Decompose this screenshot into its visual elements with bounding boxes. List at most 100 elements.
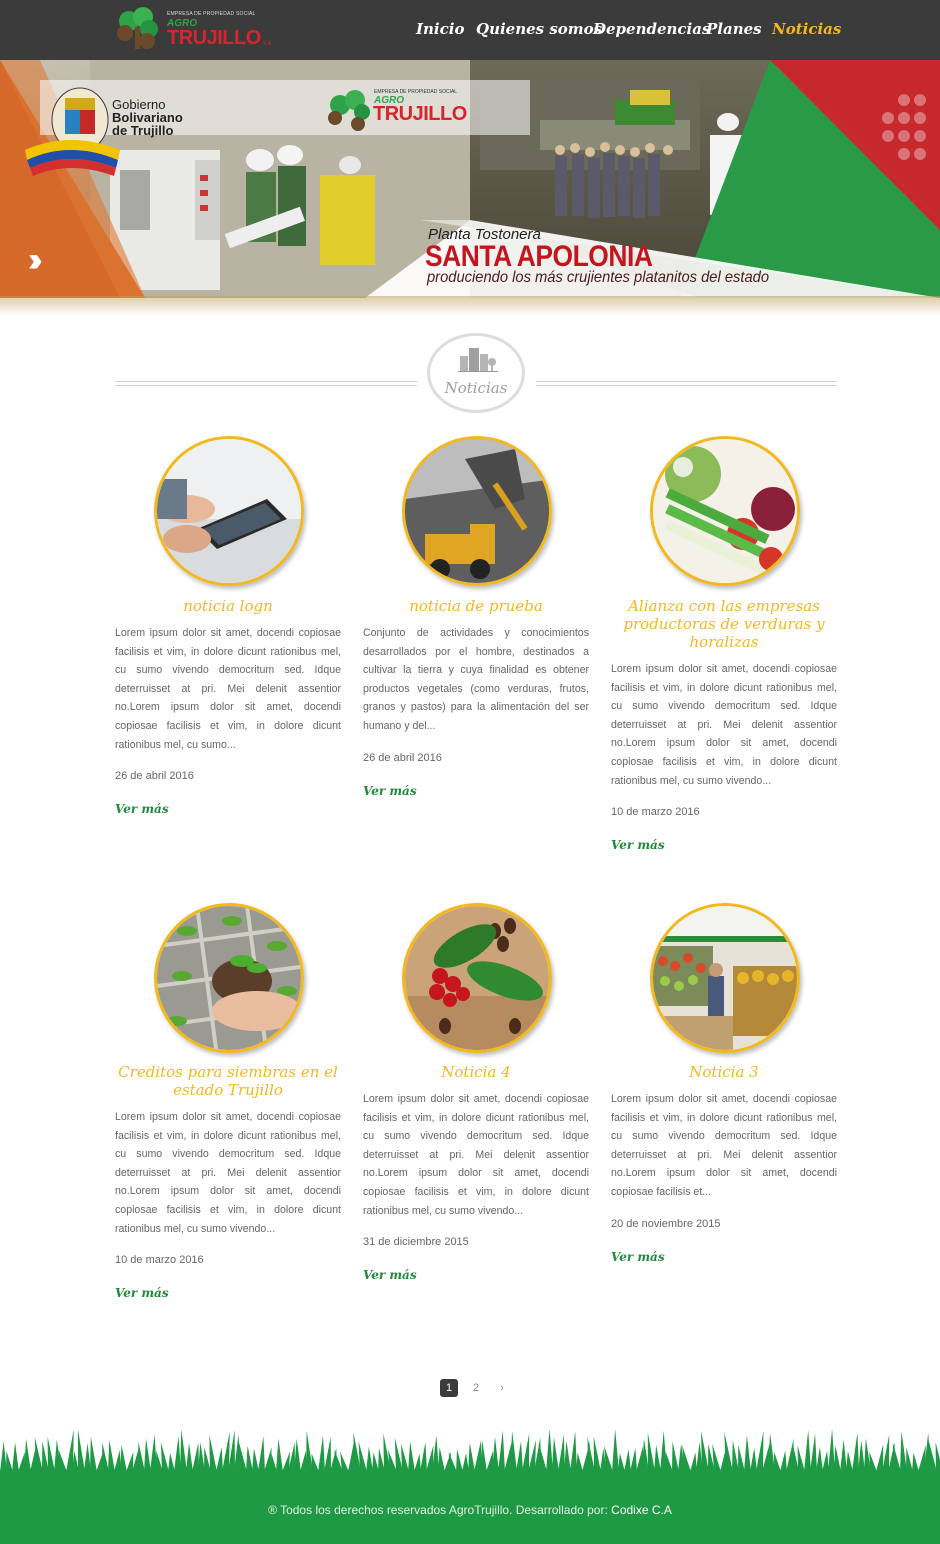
grass-blade <box>126 1451 134 1472</box>
grass-blade <box>690 1452 697 1472</box>
grass-blade <box>18 1451 25 1472</box>
news-date-4: 10 de marzo 2016 <box>115 1254 204 1266</box>
section-divider-left <box>115 381 417 386</box>
site-logo[interactable]: EMPRESA DE PROPIEDAD SOCIAL AGRO TRUJILL… <box>115 5 275 55</box>
grass-blade <box>738 1445 745 1472</box>
grass-blade <box>570 1431 577 1472</box>
grass-blade <box>294 1438 301 1472</box>
grass-blade <box>810 1433 817 1472</box>
grass-blade <box>756 1430 764 1472</box>
news-title-4[interactable]: Creditos para siembras en el estado Truj… <box>115 1063 341 1099</box>
grass-blade <box>935 1441 940 1472</box>
grass-blade <box>876 1444 884 1472</box>
footer-copyright: ® Todos los derechos reservados AgroTruj… <box>0 1503 940 1517</box>
grass-blade <box>90 1436 97 1472</box>
hero-banner: Gobierno Bolivariano de Trujillo EMPRESA… <box>0 60 940 298</box>
grass-blade <box>492 1436 499 1472</box>
grass-blade <box>816 1446 823 1472</box>
read-more-link-2[interactable]: Ver más <box>363 784 417 798</box>
grass-blade <box>120 1444 127 1472</box>
double-chevron-right-icon[interactable]: ›› <box>28 243 42 277</box>
grass-blade <box>300 1450 307 1472</box>
grass-blade <box>24 1438 31 1472</box>
grass-blade <box>66 1430 74 1472</box>
news-date-3: 10 de marzo 2016 <box>611 806 700 818</box>
news-title-5[interactable]: Noticia 4 <box>363 1063 589 1081</box>
grass-blade <box>0 1441 7 1472</box>
read-more-link-4[interactable]: Ver más <box>115 1286 169 1300</box>
grass-blade <box>318 1435 325 1472</box>
grass-blade <box>665 1451 673 1472</box>
grass-blade <box>618 1453 625 1472</box>
news-image-6[interactable] <box>650 903 800 1053</box>
grass-blade <box>192 1442 199 1472</box>
grass-blade <box>636 1446 644 1472</box>
grass-blade <box>552 1437 559 1472</box>
footer-brand-link[interactable]: Codixe C.A <box>611 1503 672 1517</box>
news-title-3[interactable]: Alianza con las empresas productoras de … <box>611 597 837 651</box>
grass-blade <box>58 1449 67 1472</box>
read-more-link-3[interactable]: Ver más <box>611 838 665 852</box>
news-image-4[interactable] <box>154 903 304 1053</box>
grass-blade <box>822 1450 829 1472</box>
grass-blade <box>558 1434 565 1472</box>
grass-blade <box>438 1447 445 1472</box>
news-text-4: Lorem ipsum dolor sit amet, docendi copi… <box>115 1111 341 1235</box>
read-more-link-1[interactable]: Ver más <box>115 802 169 816</box>
nav-quienes-somos[interactable]: Quienes somos <box>476 20 602 38</box>
news-text-3: Lorem ipsum dolor sit amet, docendi copi… <box>611 663 837 787</box>
grass-blade <box>114 1450 121 1472</box>
grass-blade <box>84 1443 91 1472</box>
grass-blade <box>246 1445 253 1472</box>
news-title-2[interactable]: noticia de prueba <box>363 597 589 615</box>
top-navbar: EMPRESA DE PROPIEDAD SOCIAL AGRO TRUJILL… <box>0 0 940 60</box>
grass-blade <box>372 1452 379 1472</box>
grass-blade <box>34 1436 43 1472</box>
grass-blade <box>744 1434 751 1472</box>
grass-blade <box>701 1430 709 1472</box>
news-text-6: Lorem ipsum dolor sit amet, docendi copi… <box>611 1093 837 1198</box>
news-image-3[interactable] <box>650 436 800 586</box>
grass-blade <box>6 1450 13 1472</box>
grass-blade <box>186 1442 193 1472</box>
nav-inicio[interactable]: Inicio <box>416 20 464 38</box>
pagination-next[interactable]: › <box>493 1379 511 1397</box>
news-text-1: Lorem ipsum dolor sit amet, docendi copi… <box>115 627 341 751</box>
grass-blade <box>108 1439 115 1472</box>
grass-blade <box>612 1430 619 1472</box>
nav-planes[interactable]: Planes <box>706 20 762 38</box>
logo-small-text: EMPRESA DE PROPIEDAD SOCIAL <box>167 11 256 17</box>
grass-blade <box>77 1430 85 1472</box>
footer-text: ® Todos los derechos reservados AgroTruj… <box>268 1503 608 1517</box>
pagination-page-2[interactable]: 2 <box>467 1379 485 1397</box>
read-more-link-5[interactable]: Ver más <box>363 1268 417 1282</box>
grass-blade <box>852 1432 859 1472</box>
news-image-2[interactable] <box>402 436 552 586</box>
grass-blade <box>804 1430 811 1472</box>
grass-blade <box>456 1449 463 1472</box>
news-date-2: 26 de abril 2016 <box>363 752 442 764</box>
banner-gov-line3: de Trujillo <box>112 123 174 138</box>
news-title-6[interactable]: Noticia 3 <box>611 1063 837 1081</box>
section-divider-right <box>536 381 837 386</box>
grass-blade <box>858 1440 865 1472</box>
grass-blade <box>774 1451 781 1472</box>
news-title-1[interactable]: noticia logn <box>115 597 341 615</box>
pagination-page-1[interactable]: 1 <box>440 1379 458 1397</box>
nav-noticias[interactable]: Noticias <box>772 20 841 38</box>
nav-dependencias[interactable]: Dependencias <box>593 20 710 38</box>
news-image-5[interactable] <box>402 903 552 1053</box>
grass-blade <box>222 1431 230 1472</box>
logo-name-text: TRUJILLO <box>167 27 261 49</box>
grass-blade <box>630 1447 637 1472</box>
grass-blade <box>258 1436 265 1472</box>
grass-blade <box>528 1439 536 1472</box>
grass-blade <box>486 1450 493 1472</box>
grass-blade <box>912 1452 919 1472</box>
read-more-link-6[interactable]: Ver más <box>611 1250 665 1264</box>
news-image-1[interactable] <box>154 436 304 586</box>
news-text-2: Conjunto de actividades y conocimientos … <box>363 627 589 732</box>
buildings-icon <box>458 348 498 372</box>
grass-blade <box>593 1436 601 1472</box>
grass-blade <box>906 1447 913 1472</box>
